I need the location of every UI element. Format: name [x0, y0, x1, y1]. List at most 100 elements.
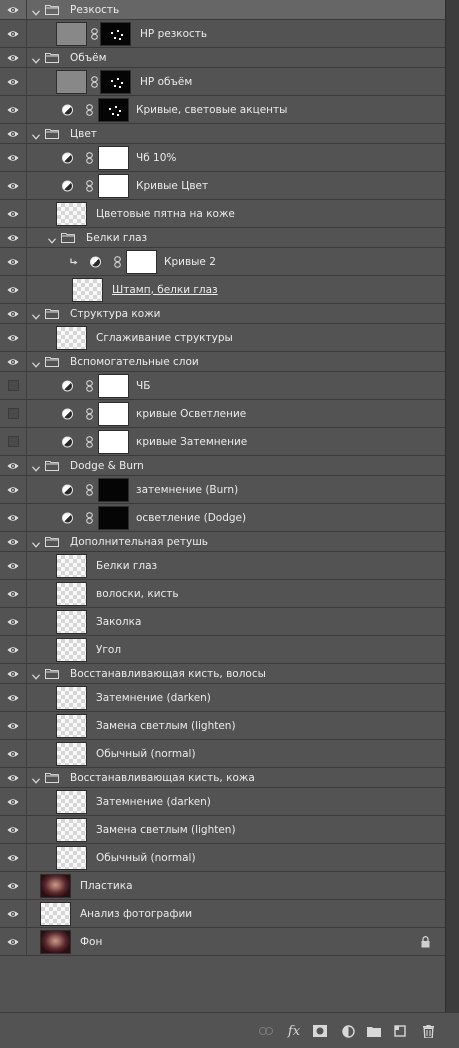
adjustment-layer-icon[interactable]: [340, 1023, 356, 1039]
layer-mask-thumbnail[interactable]: [98, 145, 129, 170]
layer-name[interactable]: Кривые 2: [164, 256, 216, 268]
layer-name[interactable]: HP резкость: [140, 28, 207, 40]
layer-name[interactable]: Обычный (normal): [96, 748, 196, 760]
layer-name[interactable]: Структура кожи: [70, 308, 161, 320]
chevron-down-icon[interactable]: [32, 7, 40, 16]
visibility-toggle[interactable]: [0, 532, 27, 551]
visibility-toggle[interactable]: [0, 144, 27, 171]
visibility-toggle[interactable]: [0, 712, 27, 739]
visibility-toggle[interactable]: [0, 768, 27, 787]
chevron-down-icon[interactable]: [32, 463, 40, 472]
layer-row[interactable]: Замена светлым (lighten): [0, 712, 445, 740]
layer-name[interactable]: ЧБ: [136, 380, 150, 392]
layer-group-row[interactable]: Белки глаз: [0, 228, 445, 248]
layer-group-row[interactable]: Вспомогательные слои: [0, 352, 445, 372]
visibility-toggle[interactable]: [0, 872, 27, 899]
visibility-toggle[interactable]: [0, 684, 27, 711]
layer-thumbnail[interactable]: [56, 845, 87, 870]
layer-row[interactable]: Обычный (normal): [0, 844, 445, 872]
layer-row[interactable]: Штамп, белки глаз: [0, 276, 445, 304]
layer-mask-thumbnail[interactable]: [98, 97, 129, 122]
layer-thumbnail[interactable]: [40, 929, 71, 954]
layer-name[interactable]: Анализ фотографии: [80, 908, 192, 920]
visibility-toggle[interactable]: [0, 580, 27, 607]
visibility-toggle[interactable]: [0, 96, 27, 123]
visibility-toggle[interactable]: [0, 372, 27, 399]
layer-name[interactable]: Замена светлым (lighten): [96, 720, 236, 732]
layer-name[interactable]: Белки глаз: [86, 232, 147, 244]
visibility-toggle[interactable]: [0, 788, 27, 815]
layer-group-row[interactable]: Структура кожи: [0, 304, 445, 324]
chevron-down-icon[interactable]: [32, 311, 40, 320]
layer-thumbnail[interactable]: [56, 553, 87, 578]
layer-row[interactable]: ЧБ: [0, 372, 445, 400]
layer-row[interactable]: Кривые, световые акценты: [0, 96, 445, 124]
layer-name[interactable]: Фон: [80, 936, 102, 948]
chevron-down-icon[interactable]: [32, 775, 40, 784]
layer-thumbnail[interactable]: [56, 637, 87, 662]
layer-name[interactable]: кривые Затемнение: [136, 436, 247, 448]
layer-name[interactable]: Затемнение (darken): [96, 692, 211, 704]
layer-group-row[interactable]: Dodge & Burn: [0, 456, 445, 476]
layer-name[interactable]: Штамп, белки глаз: [112, 284, 218, 296]
layer-name[interactable]: Заколка: [96, 616, 141, 628]
layer-name[interactable]: Замена светлым (lighten): [96, 824, 236, 836]
visibility-toggle[interactable]: [0, 636, 27, 663]
layer-name[interactable]: Dodge & Burn: [70, 460, 144, 472]
layer-row[interactable]: Затемнение (darken): [0, 788, 445, 816]
layer-row[interactable]: Замена светлым (lighten): [0, 816, 445, 844]
layer-mask-thumbnail[interactable]: [98, 429, 129, 454]
layer-name[interactable]: Чб 10%: [136, 152, 176, 164]
layer-mask-thumbnail[interactable]: [98, 373, 129, 398]
layer-mask-thumbnail[interactable]: [126, 249, 157, 274]
visibility-toggle[interactable]: [0, 200, 27, 227]
visibility-toggle[interactable]: [0, 740, 27, 767]
visibility-toggle[interactable]: [0, 428, 27, 455]
trash-icon[interactable]: [420, 1023, 436, 1039]
visibility-toggle[interactable]: [0, 172, 27, 199]
layer-thumbnail[interactable]: [56, 685, 87, 710]
layer-group-row[interactable]: Резкость: [0, 0, 445, 20]
layer-mask-thumbnail[interactable]: [98, 477, 129, 502]
layer-row[interactable]: Белки глаз: [0, 552, 445, 580]
layer-name[interactable]: Вспомогательные слои: [70, 356, 199, 368]
layer-mask-thumbnail[interactable]: [100, 21, 131, 46]
visibility-toggle[interactable]: [0, 400, 27, 427]
layer-name[interactable]: Обычный (normal): [96, 852, 196, 864]
visibility-toggle[interactable]: [0, 504, 27, 531]
visibility-toggle[interactable]: [0, 124, 27, 143]
scrollbar[interactable]: [445, 0, 459, 1012]
visibility-toggle[interactable]: [0, 324, 27, 351]
layer-row[interactable]: осветление (Dodge): [0, 504, 445, 532]
visibility-toggle[interactable]: [0, 664, 27, 683]
layer-name[interactable]: затемнение (Burn): [136, 484, 238, 496]
layer-mask-thumbnail[interactable]: [98, 173, 129, 198]
visibility-toggle[interactable]: [0, 900, 27, 927]
layer-group-row[interactable]: Цвет: [0, 124, 445, 144]
new-layer-icon[interactable]: [392, 1023, 408, 1039]
layer-name[interactable]: Кривые Цвет: [136, 180, 208, 192]
fx-button[interactable]: fx: [286, 1023, 302, 1039]
visibility-toggle[interactable]: [0, 304, 27, 323]
layer-thumbnail[interactable]: [56, 69, 87, 94]
layer-name[interactable]: Цвет: [70, 128, 97, 140]
layer-name[interactable]: HP объём: [140, 76, 192, 88]
layer-name[interactable]: Кривые, световые акценты: [136, 104, 287, 116]
layer-thumbnail[interactable]: [56, 817, 87, 842]
new-group-icon[interactable]: [366, 1023, 382, 1039]
chevron-down-icon[interactable]: [32, 539, 40, 548]
layer-thumbnail[interactable]: [40, 873, 71, 898]
layer-thumbnail[interactable]: [56, 21, 87, 46]
layer-row[interactable]: кривые Затемнение: [0, 428, 445, 456]
layer-row[interactable]: волоски, кисть: [0, 580, 445, 608]
visibility-toggle[interactable]: [0, 0, 27, 19]
layer-name[interactable]: Пластика: [80, 880, 133, 892]
layer-row[interactable]: Анализ фотографии: [0, 900, 445, 928]
layer-group-row[interactable]: Восстанавливающая кисть, кожа: [0, 768, 445, 788]
layer-row[interactable]: Затемнение (darken): [0, 684, 445, 712]
layer-row[interactable]: Пластика: [0, 872, 445, 900]
layer-group-row[interactable]: Восстанавливающая кисть, волосы: [0, 664, 445, 684]
layer-thumbnail[interactable]: [56, 609, 87, 634]
visibility-toggle[interactable]: [0, 552, 27, 579]
layer-row[interactable]: Заколка: [0, 608, 445, 636]
